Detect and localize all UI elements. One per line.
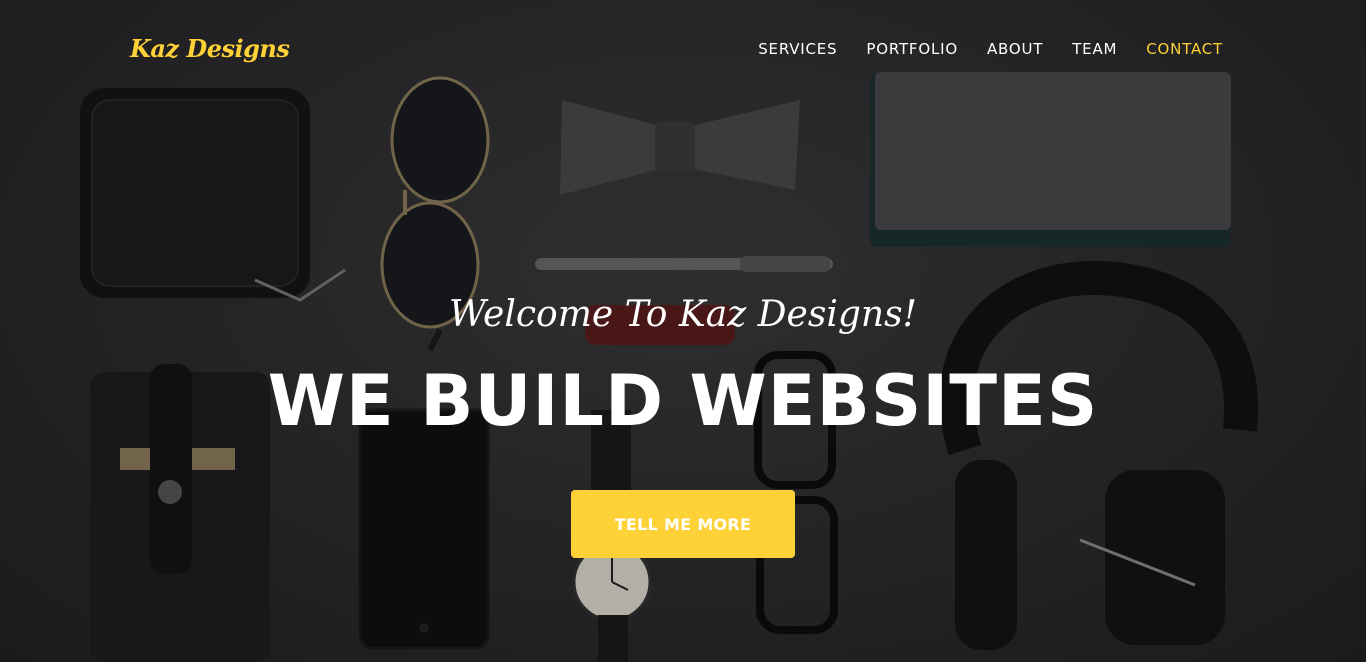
nav-link-team[interactable]: TEAM — [1072, 40, 1117, 58]
nav-item-contact: CONTACT — [1146, 40, 1223, 59]
nav-item-team: TEAM — [1072, 40, 1117, 59]
tell-me-more-button[interactable]: TELL ME MORE — [571, 490, 795, 558]
hero-subtitle: Welcome To Kaz Designs! — [448, 294, 918, 335]
nav-link-portfolio[interactable]: PORTFOLIO — [866, 40, 958, 58]
brand-logo[interactable]: Kaz Designs — [130, 34, 290, 63]
nav-item-services: SERVICES — [758, 40, 837, 59]
hero-headline: WE BUILD WEBSITES — [267, 360, 1099, 442]
nav-item-about: ABOUT — [987, 40, 1043, 59]
nav-link-about[interactable]: ABOUT — [987, 40, 1043, 58]
main-nav: SERVICES PORTFOLIO ABOUT TEAM CONTACT — [758, 40, 1223, 59]
nav-link-services[interactable]: SERVICES — [758, 40, 837, 58]
nav-link-contact[interactable]: CONTACT — [1146, 40, 1223, 58]
hero-section: Kaz Designs SERVICES PORTFOLIO ABOUT TEA… — [0, 0, 1366, 662]
nav-item-portfolio: PORTFOLIO — [866, 40, 958, 59]
